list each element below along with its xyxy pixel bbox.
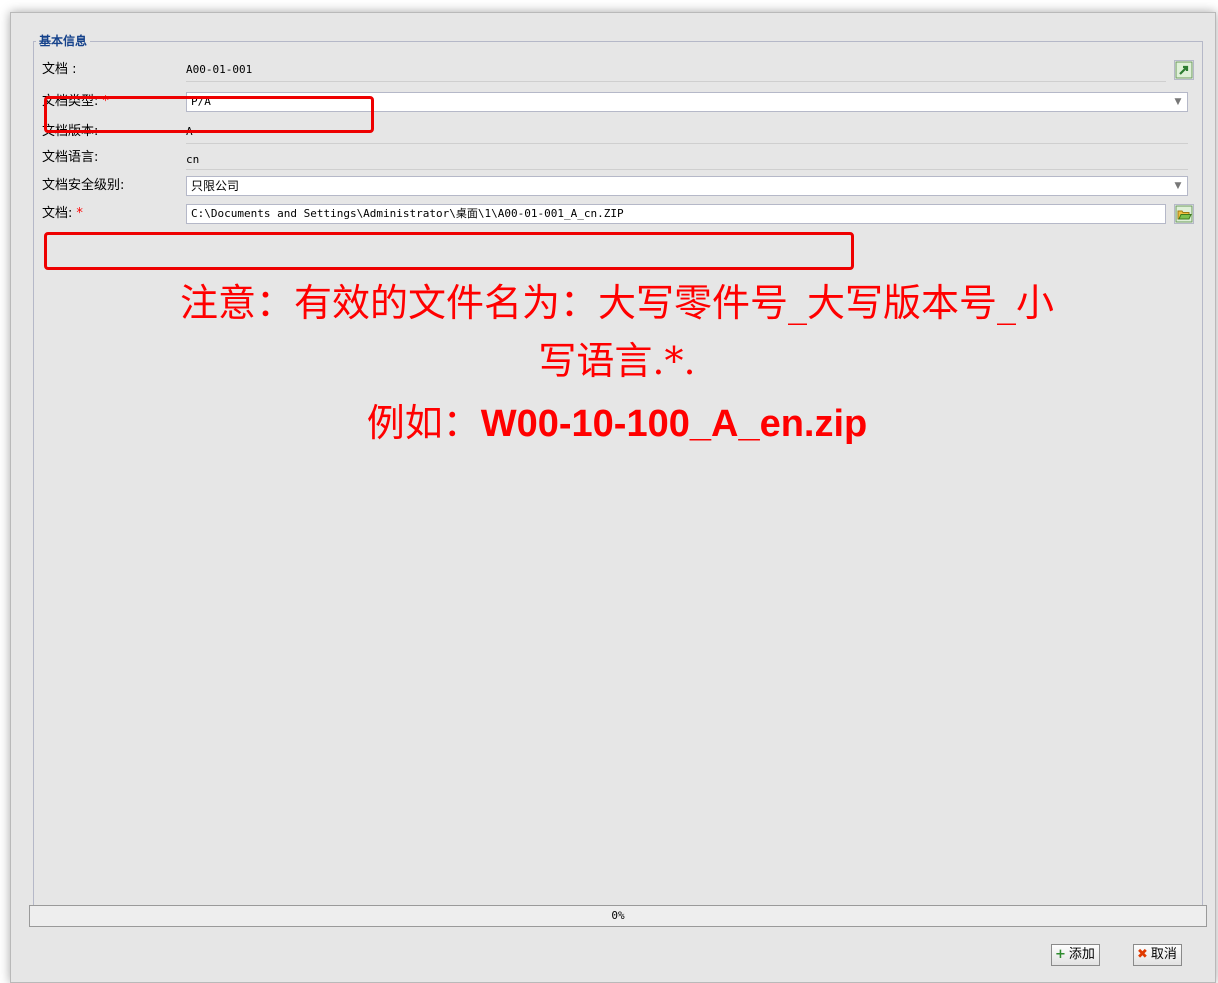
file-path-input[interactable]: C:\Documents and Settings\Administrator\…	[186, 204, 1166, 224]
highlight-box-doc-file	[44, 232, 854, 270]
notice-example-prefix: 例如：	[366, 401, 481, 445]
doc-language-value: cn	[186, 153, 200, 166]
security-level-select[interactable]: 只限公司 ▼	[186, 176, 1188, 196]
highlight-box-doc-type	[44, 96, 374, 133]
link-button[interactable]	[1174, 60, 1194, 80]
chevron-down-icon[interactable]: ▼	[1169, 93, 1187, 111]
doc-number-label: 文档 :	[42, 62, 77, 77]
row-divider	[186, 81, 1166, 82]
notice-example-value: W00-10-100_A_en.zip	[480, 403, 868, 445]
notice-example: 例如：W00-10-100_A_en.zip	[33, 394, 1201, 453]
progress-bar: 0%	[29, 905, 1207, 927]
add-button[interactable]: + 添加	[1051, 944, 1100, 966]
required-mark: *	[76, 206, 83, 221]
cancel-button[interactable]: ✖ 取消	[1133, 944, 1182, 966]
doc-number-value: A00-01-001	[186, 63, 253, 76]
basic-info-fieldset: 基本信息 文档 : A00-01-001 文档类型:* P/A ▼ 文档版本:	[33, 33, 1203, 910]
row-divider	[186, 169, 1188, 170]
document-dialog: 基本信息 文档 : A00-01-001 文档类型:* P/A ▼ 文档版本:	[10, 12, 1216, 983]
row-doc-language: 文档语言: cn	[34, 146, 1202, 170]
plus-icon: +	[1055, 947, 1066, 962]
browse-button[interactable]	[1174, 204, 1194, 224]
arrow-link-icon	[1175, 61, 1193, 79]
doc-file-label: 文档: *	[42, 206, 83, 221]
row-doc-number: 文档 : A00-01-001	[34, 58, 1202, 82]
row-divider	[186, 143, 1188, 144]
security-level-value: 只限公司	[191, 179, 240, 193]
progress-text: 0%	[611, 909, 625, 922]
x-icon: ✖	[1137, 947, 1148, 962]
add-button-label: 添加	[1068, 947, 1095, 962]
notice-line-2: 写语言.*.	[538, 339, 696, 383]
open-folder-icon	[1175, 205, 1193, 223]
row-security-level: 文档安全级别: 只限公司 ▼	[34, 174, 1202, 198]
section-legend: 基本信息	[36, 33, 91, 49]
chevron-down-icon[interactable]: ▼	[1169, 177, 1187, 195]
doc-language-label: 文档语言:	[42, 150, 99, 165]
security-level-label: 文档安全级别:	[42, 178, 125, 193]
row-doc-file: 文档: * C:\Documents and Settings\Administr…	[34, 202, 1202, 226]
notice-line-1: 注意：有效的文件名为：大写零件号_大写版本号_小	[179, 281, 1054, 325]
cancel-button-label: 取消	[1150, 947, 1177, 962]
file-path-value: C:\Documents and Settings\Administrator\…	[191, 207, 624, 220]
